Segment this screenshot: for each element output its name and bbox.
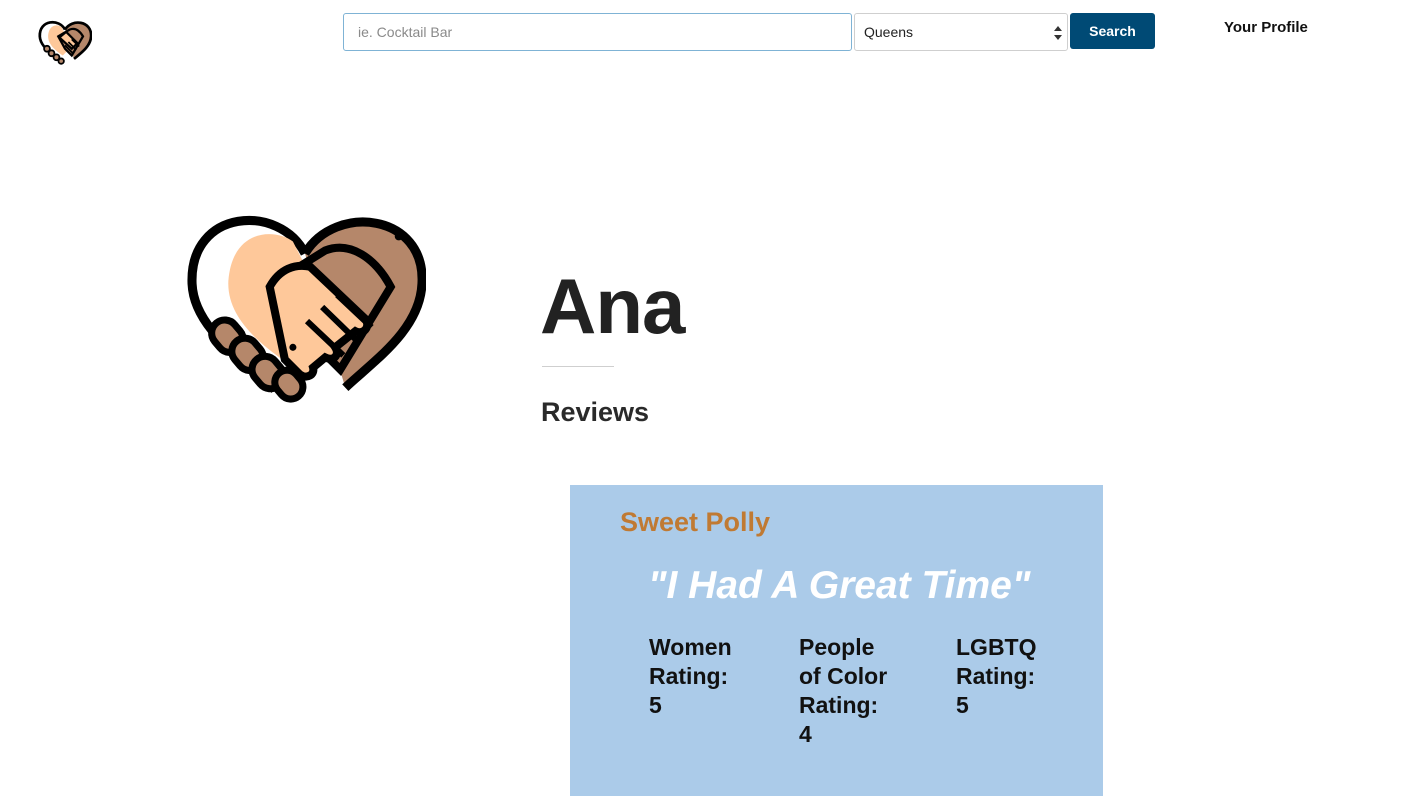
review-quote: "I Had A Great Time": [648, 564, 1031, 607]
search-input[interactable]: [343, 13, 852, 51]
rating-label-line: Rating:: [799, 692, 879, 718]
rating-label-line: LGBTQ: [956, 634, 1037, 660]
rating-label-line: Rating:: [956, 663, 1036, 689]
name-divider: [542, 366, 614, 367]
lgbtq-rating: LGBTQ Rating: 5: [956, 633, 1037, 720]
rating-value: 5: [956, 692, 969, 718]
borough-select[interactable]: Queens: [854, 13, 1068, 51]
women-rating: Women Rating: 5: [649, 633, 732, 720]
search-button[interactable]: Search: [1070, 13, 1155, 49]
rating-value: 4: [799, 721, 812, 747]
rating-label-line: Rating:: [649, 663, 729, 689]
user-name-heading: Ana: [540, 262, 685, 350]
review-card: Sweet Polly "I Had A Great Time" Women R…: [570, 485, 1103, 796]
people-of-color-rating: People of Color Rating: 4: [799, 633, 887, 749]
heart-handshake-logo-icon: [187, 216, 426, 403]
your-profile-link[interactable]: Your Profile: [1224, 19, 1308, 41]
page: Queens Search Your Profile Ana Reviews S…: [0, 0, 1417, 796]
rating-label-line: Women: [649, 634, 732, 660]
rating-value: 5: [649, 692, 662, 718]
venue-name[interactable]: Sweet Polly: [620, 505, 770, 539]
heart-handshake-icon[interactable]: [38, 19, 92, 65]
rating-label-line: of Color: [799, 663, 888, 689]
up-down-arrows-icon: [1054, 26, 1062, 40]
reviews-heading: Reviews: [541, 397, 650, 427]
borough-selected-value: Queens: [864, 24, 914, 40]
rating-label-line: People: [799, 634, 875, 660]
